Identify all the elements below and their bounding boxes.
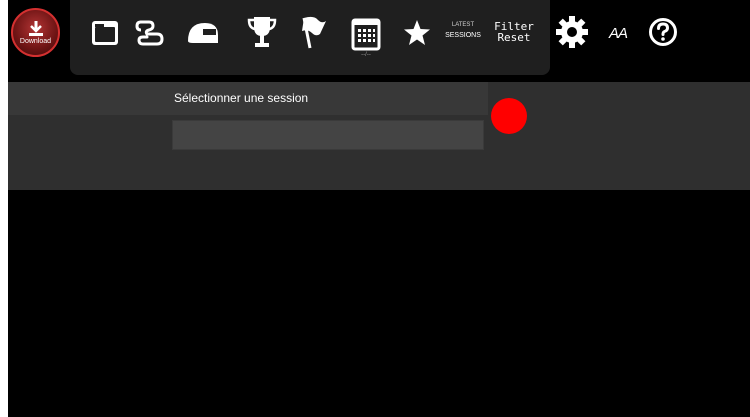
latest-label-line1: LATEST xyxy=(451,22,475,28)
track-icon xyxy=(135,20,164,46)
filter-reset-button[interactable]: Filter Reset xyxy=(494,21,534,43)
trophy-button[interactable] xyxy=(245,12,279,52)
favorites-button[interactable] xyxy=(400,16,434,50)
download-label: Download xyxy=(19,38,52,45)
gear-icon xyxy=(556,16,588,48)
track-button[interactable] xyxy=(133,16,169,50)
download-button[interactable]: Download xyxy=(11,8,60,57)
star-icon xyxy=(404,20,430,45)
latest-label-line2: SESSIONS xyxy=(445,32,481,39)
help-icon xyxy=(649,18,677,46)
flag-icon xyxy=(302,16,326,49)
status-indicator-dot[interactable] xyxy=(491,98,527,134)
calendar-icon xyxy=(351,18,381,50)
filter-label-line2: Reset xyxy=(497,31,531,44)
calendar-caption: --/-- xyxy=(361,51,371,58)
download-icon xyxy=(28,21,43,36)
flag-button[interactable] xyxy=(296,12,330,52)
toolbar: --/-- LATEST SESSIONS Filter Reset xyxy=(70,0,550,75)
helmet-icon xyxy=(188,23,218,43)
font-size-icon: AA xyxy=(608,24,628,42)
folder-icon xyxy=(92,21,118,45)
help-button[interactable] xyxy=(646,15,680,49)
folder-button[interactable] xyxy=(88,16,122,50)
trophy-icon xyxy=(247,17,277,47)
font-size-button[interactable]: AA xyxy=(598,18,638,48)
session-panel: Sélectionner une session xyxy=(8,82,750,190)
app-screen: Download --/-- LATEST SESSIONS Filter Re… xyxy=(8,0,750,417)
helmet-button[interactable] xyxy=(184,16,222,50)
settings-button[interactable] xyxy=(554,14,590,50)
session-select[interactable] xyxy=(172,120,484,150)
session-select-label: Sélectionner une session xyxy=(174,91,309,105)
calendar-button[interactable]: --/-- xyxy=(349,12,383,62)
latest-sessions-button[interactable]: LATEST SESSIONS xyxy=(440,22,486,39)
